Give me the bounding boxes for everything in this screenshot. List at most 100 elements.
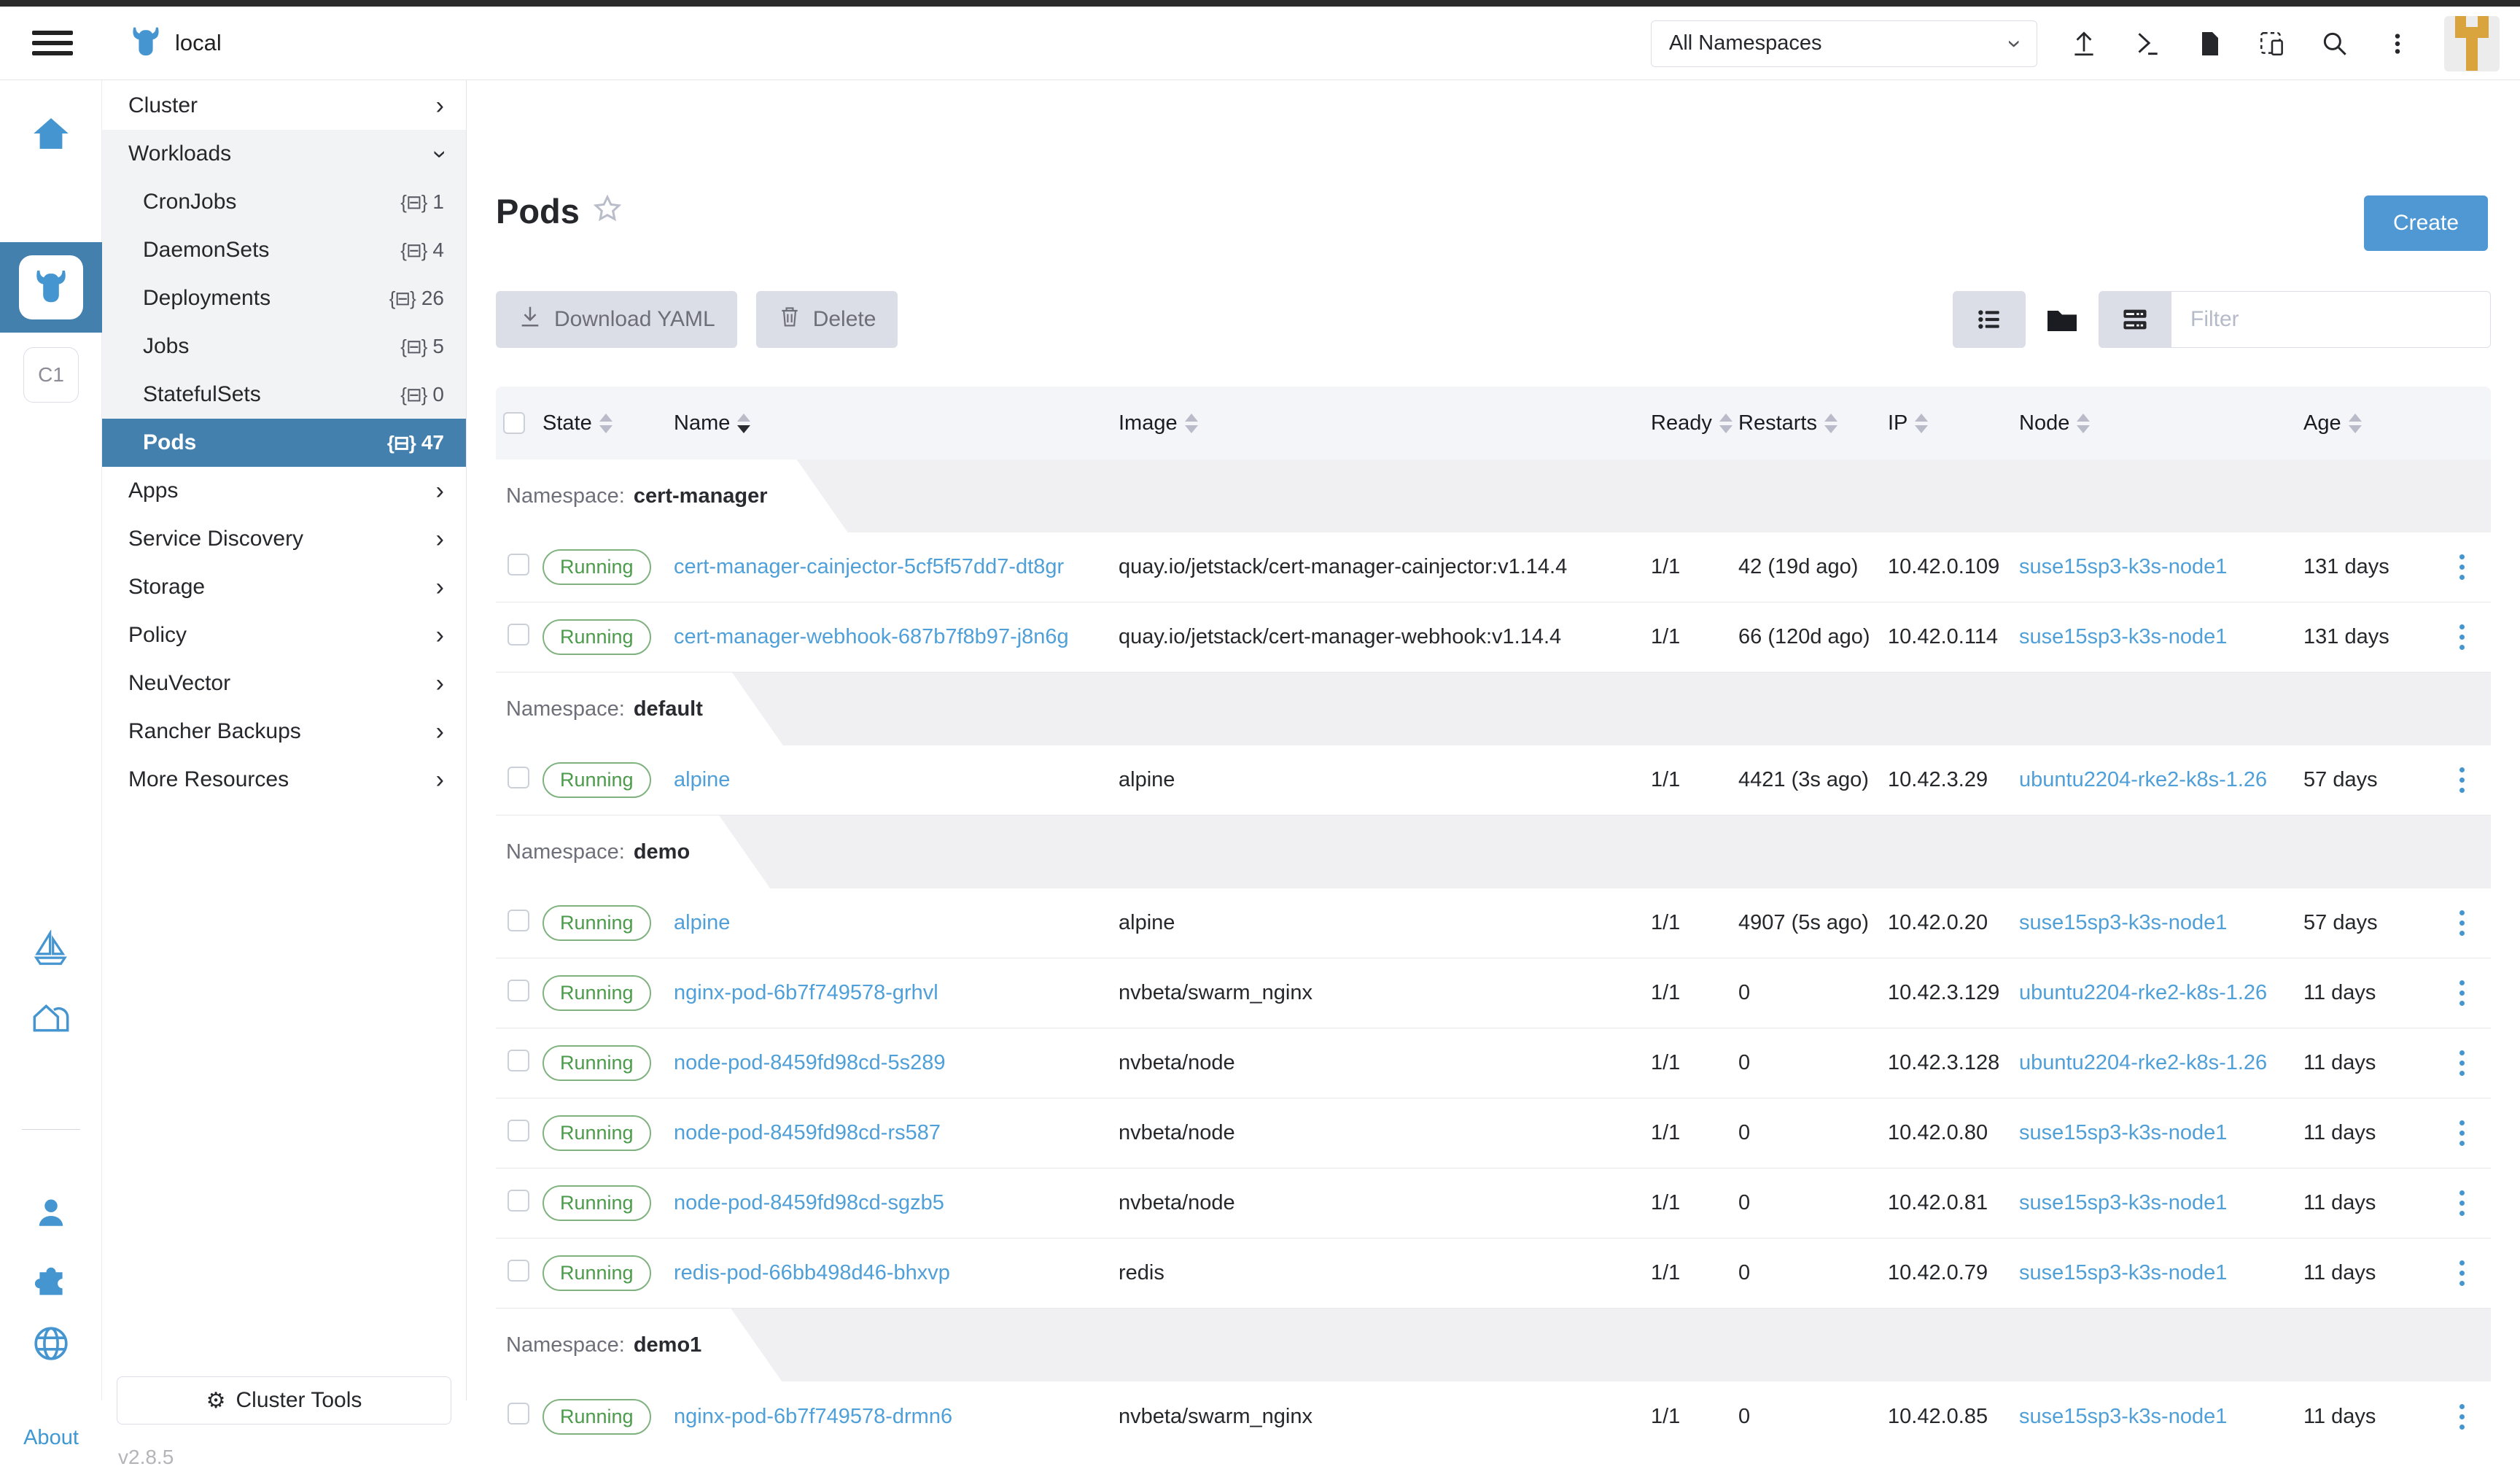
sidebar-item-statefulsets[interactable]: StatefulSets {⊟}0 [102,371,466,419]
sidebar-item-pods[interactable]: Pods {⊟}47 [102,419,466,467]
sidebar-item-cronjobs[interactable]: CronJobs {⊟}1 [102,178,466,226]
node-link[interactable]: suse15sp3-k3s-node1 [2019,911,2227,934]
row-actions-kebab[interactable] [2447,910,2476,936]
globe-icon[interactable] [0,1325,102,1363]
harvester-icon[interactable] [0,998,102,1036]
copy-kubeconfig-icon[interactable] [2256,28,2288,60]
row-actions-kebab[interactable] [2447,1120,2476,1146]
search-icon[interactable] [2319,28,2351,60]
sidebar-item-apps[interactable]: Apps› [102,467,466,515]
pod-name-link[interactable]: alpine [674,911,730,934]
download-yaml-button[interactable]: Download YAML [496,291,737,348]
row-actions-kebab[interactable] [2447,624,2476,650]
pod-image: quay.io/jetstack/cert-manager-webhook:v1… [1119,625,1651,649]
sidebar-item-workloads[interactable]: Workloads › [102,130,466,178]
column-header-node[interactable]: Node [2019,411,2303,435]
delete-button[interactable]: Delete [756,291,898,348]
column-header-ip[interactable]: IP [1888,411,2019,435]
extensions-puzzle-icon[interactable] [0,1259,102,1297]
cluster-tools-button[interactable]: ⚙ Cluster Tools [117,1376,451,1425]
row-checkbox[interactable] [508,1190,529,1212]
active-cluster-tile[interactable] [0,242,102,333]
row-checkbox[interactable] [508,1260,529,1282]
sidebar-item-deployments[interactable]: Deployments {⊟}26 [102,274,466,322]
sidebar-nav: Cluster › Workloads › CronJobs {⊟}1 Daem… [102,80,467,1400]
row-actions-kebab[interactable] [2447,554,2476,580]
pod-name-link[interactable]: nginx-pod-6b7f749578-drmn6 [674,1405,952,1428]
row-actions-kebab[interactable] [2447,980,2476,1006]
node-link[interactable]: suse15sp3-k3s-node1 [2019,1405,2227,1428]
pod-ready: 1/1 [1651,981,1738,1005]
sidebar-item-daemonsets[interactable]: DaemonSets {⊟}4 [102,226,466,274]
group-by-namespace-folder-icon[interactable] [2042,291,2082,348]
node-link[interactable]: suse15sp3-k3s-node1 [2019,1261,2227,1284]
row-checkbox[interactable] [508,554,529,575]
column-header-ready[interactable]: Ready [1651,411,1738,435]
pod-name-link[interactable]: nginx-pod-6b7f749578-grhvl [674,981,938,1004]
column-header-restarts[interactable]: Restarts [1738,411,1888,435]
namespace-filter-select[interactable]: All Namespaces › [1651,20,2037,67]
sidebar-item-neuvector[interactable]: NeuVector› [102,659,466,708]
pod-name-link[interactable]: node-pod-8459fd98cd-sgzb5 [674,1191,944,1214]
node-link[interactable]: suse15sp3-k3s-node1 [2019,625,2227,648]
import-yaml-icon[interactable] [2068,28,2100,60]
view-grouped-toggle[interactable] [2099,291,2171,348]
column-header-image[interactable]: Image [1119,411,1651,435]
chevron-right-icon: › [436,525,444,554]
node-link[interactable]: suse15sp3-k3s-node1 [2019,555,2227,578]
row-actions-kebab[interactable] [2447,1260,2476,1286]
pod-name-link[interactable]: node-pod-8459fd98cd-rs587 [674,1121,941,1144]
node-link[interactable]: suse15sp3-k3s-node1 [2019,1191,2227,1214]
view-list-toggle[interactable] [1953,291,2026,348]
pod-name-link[interactable]: cert-manager-cainjector-5cf5f57dd7-dt8gr [674,555,1064,578]
hamburger-menu-icon[interactable] [32,31,73,55]
sidebar-item-more-resources[interactable]: More Resources› [102,756,466,804]
about-link[interactable]: About [0,1426,102,1450]
row-checkbox[interactable] [508,1120,529,1142]
row-actions-kebab[interactable] [2447,1190,2476,1216]
kubectl-shell-icon[interactable] [2131,28,2163,60]
column-header-age[interactable]: Age [2303,411,2447,435]
pod-name-link[interactable]: node-pod-8459fd98cd-5s289 [674,1051,945,1074]
kubeconfig-file-icon[interactable] [2193,28,2225,60]
sidebar-item-rancher-backups[interactable]: Rancher Backups› [102,708,466,756]
column-header-state[interactable]: State [542,411,674,435]
row-checkbox[interactable] [508,1403,529,1425]
pod-ip: 10.42.0.80 [1888,1121,2019,1145]
user-icon[interactable] [0,1195,102,1230]
favorite-star-icon[interactable] [593,194,622,229]
column-header-name[interactable]: Name [674,411,1119,435]
row-checkbox[interactable] [508,1050,529,1071]
node-link[interactable]: ubuntu2204-rke2-k8s-1.26 [2019,1051,2267,1074]
filter-input[interactable] [2171,291,2491,348]
chevron-right-icon: › [436,621,444,650]
sidebar-item-storage[interactable]: Storage› [102,563,466,611]
row-checkbox[interactable] [508,624,529,646]
sidebar-item-cluster[interactable]: Cluster › [102,82,466,130]
pod-name-link[interactable]: cert-manager-webhook-687b7f8b97-j8n6g [674,625,1069,648]
sidebar-item-service-discovery[interactable]: Service Discovery› [102,515,466,563]
node-link[interactable]: suse15sp3-k3s-node1 [2019,1121,2227,1144]
pod-name-link[interactable]: redis-pod-66bb498d46-bhxvp [674,1261,950,1284]
sidebar-item-policy[interactable]: Policy› [102,611,466,659]
home-icon[interactable] [0,114,102,153]
pod-image: nvbeta/node [1119,1051,1651,1075]
create-button[interactable]: Create [2364,195,2488,251]
select-all-checkbox[interactable] [503,412,525,434]
kebab-menu-icon[interactable] [2381,28,2414,60]
user-avatar[interactable] [2444,16,2500,71]
row-checkbox[interactable] [508,980,529,1001]
sidebar-item-jobs[interactable]: Jobs {⊟}5 [102,322,466,371]
row-actions-kebab[interactable] [2447,1404,2476,1430]
node-link[interactable]: ubuntu2204-rke2-k8s-1.26 [2019,981,2267,1004]
pod-name-link[interactable]: alpine [674,768,730,791]
row-checkbox[interactable] [508,767,529,788]
row-actions-kebab[interactable] [2447,1050,2476,1076]
namespace-name: default [634,697,703,721]
row-checkbox[interactable] [508,910,529,931]
fleet-sailboat-icon[interactable] [0,930,102,968]
node-link[interactable]: ubuntu2204-rke2-k8s-1.26 [2019,768,2267,791]
cluster-c1-tile[interactable]: C1 [23,347,79,403]
pod-restarts: 4421 (3s ago) [1738,768,1888,792]
row-actions-kebab[interactable] [2447,767,2476,793]
